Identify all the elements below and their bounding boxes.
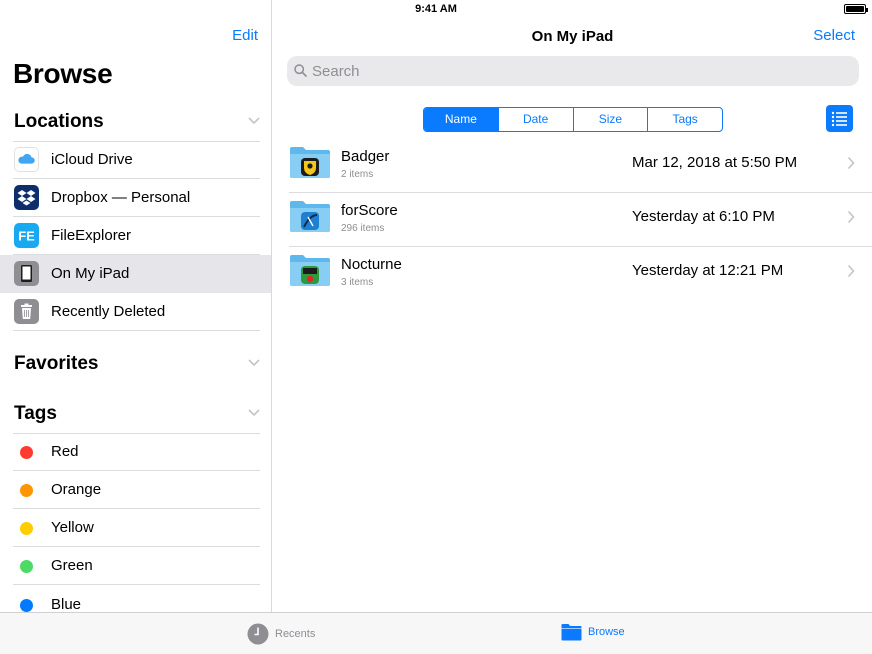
tag-color-dot <box>20 560 33 573</box>
tab-label: Recents <box>275 628 316 640</box>
edit-button[interactable]: Edit <box>232 27 258 44</box>
sidebar-item-label: Blue <box>51 596 82 612</box>
chevron-down-icon[interactable] <box>248 355 260 369</box>
forscore-app-icon <box>301 212 319 230</box>
sidebar-item-label: Green <box>51 557 93 574</box>
sort-segmented-control: Name Date Size Tags <box>423 107 723 132</box>
sidebar-item-icloud-drive[interactable]: iCloud Drive <box>0 141 271 179</box>
sidebar-item-label: Dropbox — Personal <box>51 189 191 206</box>
sort-tab-name[interactable]: Name <box>424 108 498 131</box>
chevron-right-icon <box>847 156 855 170</box>
folder-icon <box>290 201 330 232</box>
file-row-nocturne[interactable]: Nocturne 3 items Yesterday at 12:21 PM <box>273 247 872 301</box>
sidebar-item-label: Orange <box>51 481 102 498</box>
sidebar: Edit Browse Locations iCloud Drive Dropb… <box>0 0 272 612</box>
file-row-badger[interactable]: Badger 2 items Mar 12, 2018 at 5:50 PM <box>273 139 872 193</box>
icloud-icon <box>14 147 39 172</box>
select-button[interactable]: Select <box>813 27 855 44</box>
dropbox-icon <box>14 185 39 210</box>
file-item-count: 3 items <box>341 277 374 288</box>
tag-color-dot <box>20 522 33 535</box>
file-item-count: 2 items <box>341 169 374 180</box>
file-name: Nocturne <box>341 256 402 273</box>
fileexplorer-icon: FE <box>14 223 39 248</box>
folder-icon <box>290 255 330 286</box>
sidebar-item-label: iCloud Drive <box>51 151 133 168</box>
file-name: Badger <box>341 148 390 165</box>
favorites-header-label: Favorites <box>14 353 99 374</box>
tab-browse[interactable]: Browse <box>561 623 625 641</box>
tag-color-dot <box>20 484 33 497</box>
main-content: On My iPad Select Name Date Size Tags <box>273 0 872 612</box>
locations-header-label: Locations <box>14 111 104 132</box>
sidebar-item-fileexplorer[interactable]: FE FileExplorer <box>0 217 271 255</box>
clock-icon <box>247 623 269 645</box>
search-input[interactable] <box>312 56 832 86</box>
sort-tab-tags[interactable]: Tags <box>647 108 722 131</box>
tab-bar: Recents Browse <box>0 612 872 654</box>
sidebar-item-tag-blue[interactable]: Blue <box>0 586 271 612</box>
page-title: Browse <box>13 58 113 89</box>
file-name: forScore <box>341 202 398 219</box>
sidebar-item-label: FileExplorer <box>51 227 132 244</box>
sidebar-item-tag-red[interactable]: Red <box>0 433 271 471</box>
sidebar-item-label: On My iPad <box>51 265 130 282</box>
locations-header[interactable]: Locations <box>14 111 260 137</box>
nocturne-app-icon <box>301 266 319 284</box>
sidebar-item-tag-orange[interactable]: Orange <box>0 471 271 509</box>
sidebar-item-tag-yellow[interactable]: Yellow <box>0 509 271 547</box>
sidebar-item-on-my-ipad[interactable]: On My iPad <box>0 255 271 293</box>
folder-icon <box>561 624 582 641</box>
file-row-forscore[interactable]: forScore 296 items Yesterday at 6:10 PM <box>273 193 872 247</box>
chevron-right-icon <box>847 210 855 224</box>
chevron-right-icon <box>847 264 855 278</box>
file-date: Yesterday at 6:10 PM <box>632 208 775 225</box>
tag-color-dot <box>20 599 33 612</box>
chevron-down-icon[interactable] <box>248 405 260 419</box>
chevron-down-icon[interactable] <box>248 113 260 127</box>
search-icon <box>294 64 307 77</box>
sort-tab-date[interactable]: Date <box>497 108 573 131</box>
file-item-count: 296 items <box>341 223 385 234</box>
search-bar[interactable] <box>287 56 859 86</box>
ipad-icon <box>14 261 39 286</box>
favorites-header[interactable]: Favorites <box>14 353 260 379</box>
sort-tab-size[interactable]: Size <box>572 108 648 131</box>
file-date: Yesterday at 12:21 PM <box>632 262 784 279</box>
main-title: On My iPad <box>531 28 614 45</box>
folder-icon <box>290 147 330 178</box>
tab-label: Browse <box>588 626 625 638</box>
tags-header-label: Tags <box>14 403 57 424</box>
trash-icon <box>14 299 39 324</box>
tags-header[interactable]: Tags <box>14 403 260 429</box>
sidebar-item-label: Recently Deleted <box>51 303 166 320</box>
sidebar-item-recently-deleted[interactable]: Recently Deleted <box>0 293 271 331</box>
tab-recents[interactable]: Recents <box>247 623 315 645</box>
file-date: Mar 12, 2018 at 5:50 PM <box>632 154 798 171</box>
badger-app-icon <box>301 158 319 176</box>
sidebar-item-label: Yellow <box>51 519 94 536</box>
svg-text:FE: FE <box>18 229 35 244</box>
sidebar-item-label: Red <box>51 443 79 460</box>
list-view-icon[interactable] <box>826 105 853 132</box>
sidebar-item-tag-green[interactable]: Green <box>0 547 271 585</box>
tag-color-dot <box>20 446 33 459</box>
sidebar-item-dropbox[interactable]: Dropbox — Personal <box>0 179 271 217</box>
